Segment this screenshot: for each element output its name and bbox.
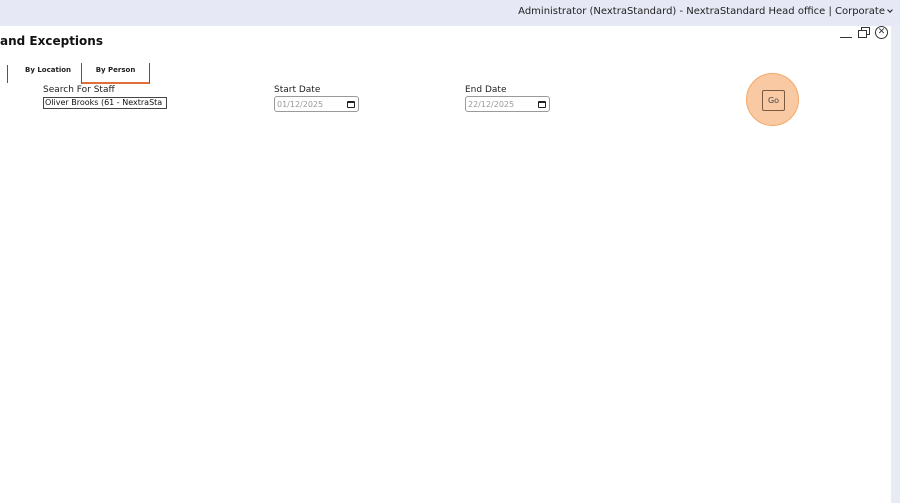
calendar-icon[interactable]	[347, 101, 355, 108]
tab-by-person[interactable]: By Person	[81, 63, 150, 84]
user-context-label: Administrator (NextraStandard) - NextraS…	[518, 6, 885, 17]
chevron-down-icon	[887, 7, 893, 13]
start-date-input[interactable]: 01/12/2025	[274, 96, 359, 112]
minimize-icon[interactable]	[839, 26, 853, 40]
staff-search-input[interactable]: Oliver Brooks (61 - NextraSta	[43, 97, 167, 109]
tab-by-person-label: By Person	[95, 66, 136, 74]
scrollbar-track[interactable]	[891, 26, 900, 503]
start-date-label: Start Date	[274, 85, 321, 95]
start-date-value: 01/12/2025	[277, 100, 324, 109]
user-context-menu[interactable]: Administrator (NextraStandard) - NextraS…	[518, 6, 893, 17]
staff-search-label: Search For Staff	[43, 85, 115, 95]
end-date-value: 22/12/2025	[468, 100, 515, 109]
tab-by-location[interactable]: By Location	[25, 66, 71, 74]
end-date-label: End Date	[465, 85, 507, 95]
end-date-input[interactable]: 22/12/2025	[465, 96, 550, 112]
close-button[interactable]: ✕	[875, 26, 889, 40]
restore-icon[interactable]	[857, 26, 871, 40]
tab-divider	[7, 65, 8, 83]
top-bar: Administrator (NextraStandard) - NextraS…	[0, 0, 900, 26]
go-button[interactable]: Go	[762, 90, 785, 111]
window-controls: ✕	[839, 26, 889, 40]
report-panel: and Exceptions ✕ By Location By Person S…	[0, 26, 891, 503]
calendar-icon[interactable]	[538, 101, 546, 108]
close-icon: ✕	[875, 26, 888, 39]
page-title: and Exceptions	[0, 34, 103, 48]
